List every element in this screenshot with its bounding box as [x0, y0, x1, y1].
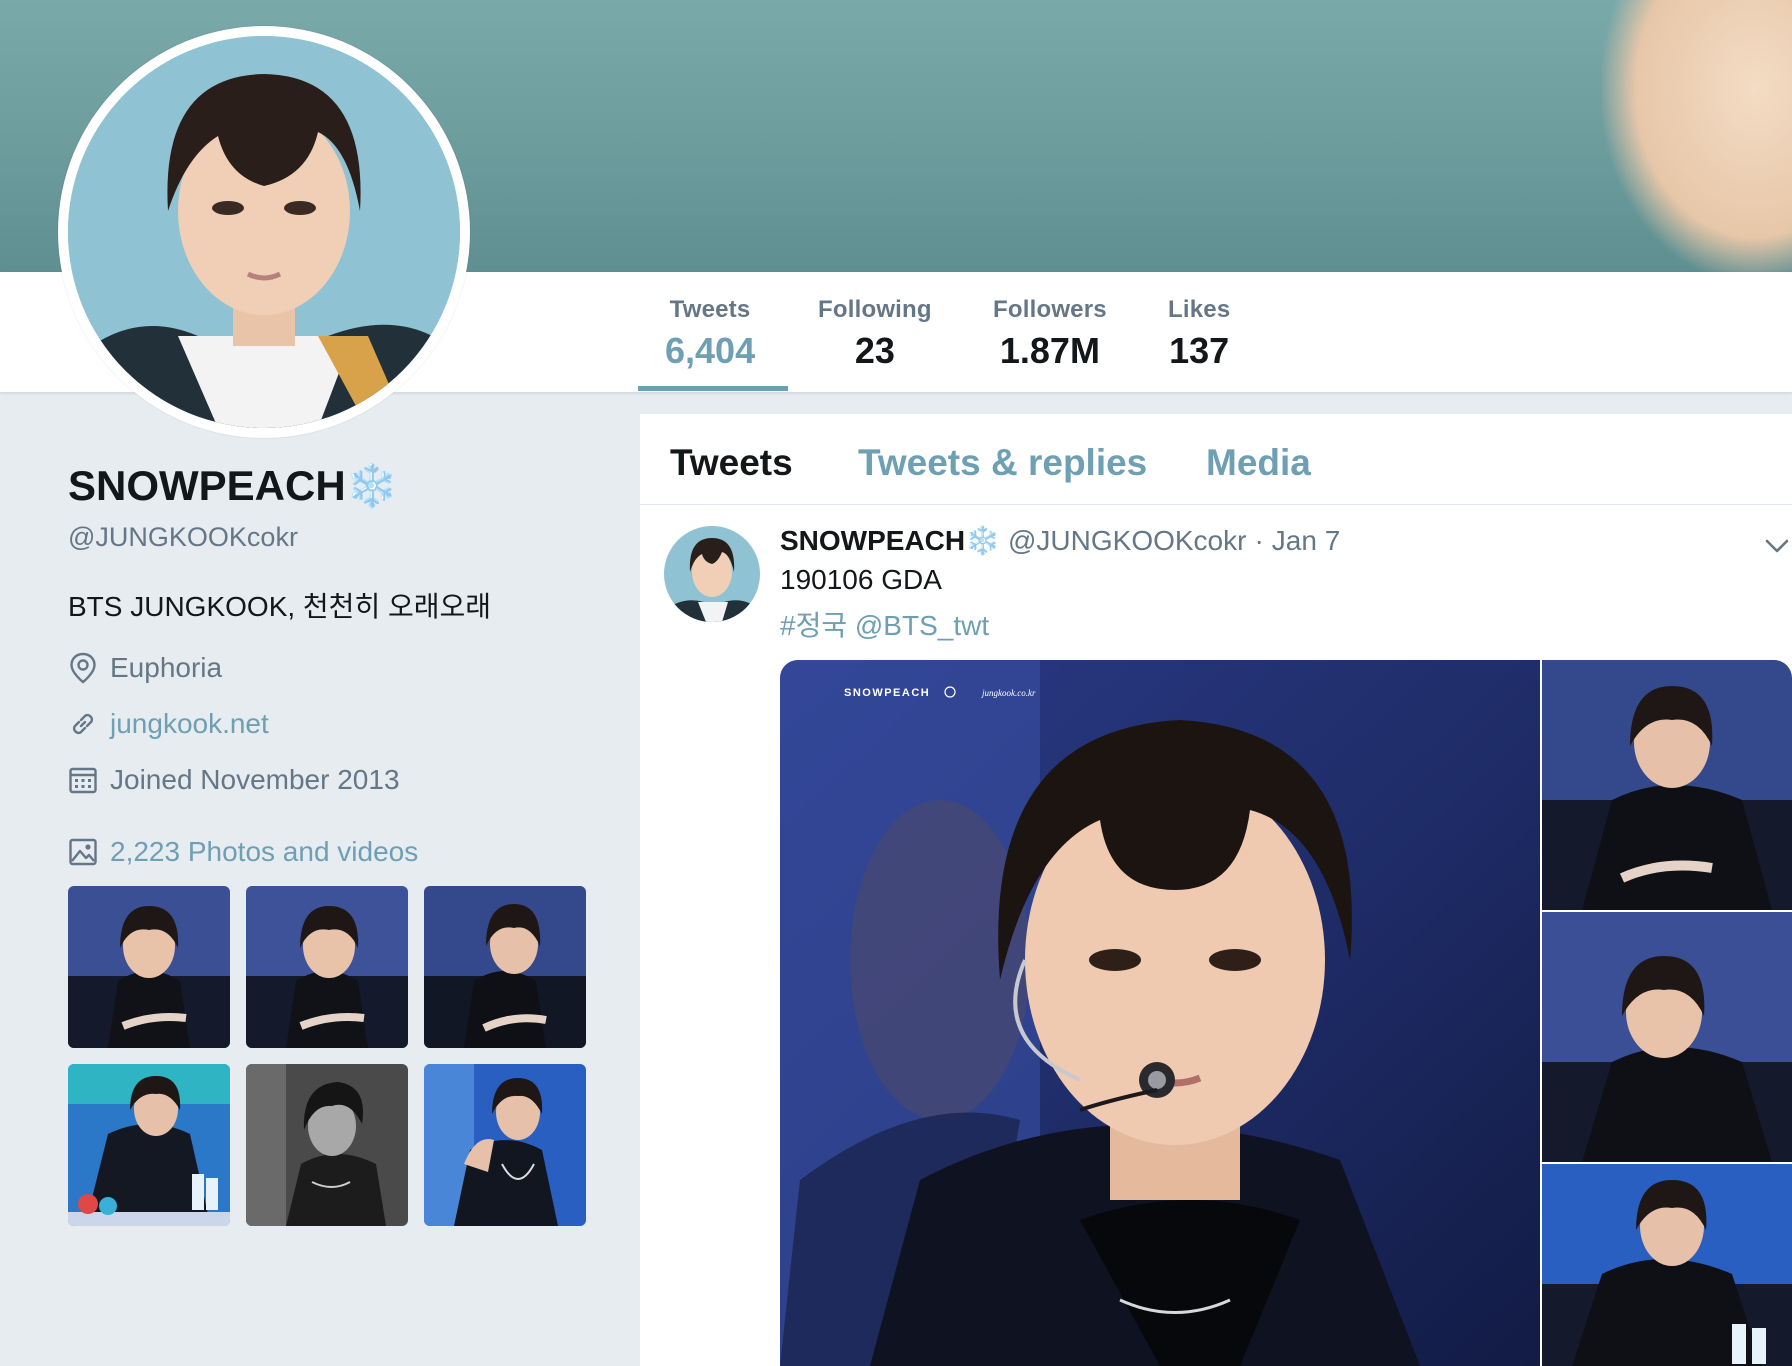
stat-likes-label: Likes [1168, 296, 1231, 323]
tweet-separator: · [1254, 524, 1264, 556]
tweet-more-menu[interactable] [1764, 536, 1790, 561]
location-pin-icon [70, 652, 96, 684]
tweet-author-name[interactable]: SNOWPEACH❄️ [780, 524, 1000, 557]
media-watermark-site: jungkook.co.kr [981, 688, 1036, 698]
stat-likes-value: 137 [1169, 330, 1230, 371]
location-text: Euphoria [110, 652, 223, 683]
photo-thumbnail[interactable] [424, 1064, 586, 1226]
tweet-mention[interactable]: @BTS_twt [855, 610, 989, 641]
banner-photo-detail [1602, 0, 1792, 272]
stat-following-value: 23 [854, 330, 895, 371]
tweet-media-thumb[interactable] [1542, 912, 1792, 1162]
chevron-down-icon [1765, 539, 1789, 553]
tweet-media-main[interactable]: SNOWPEACH jungkook.co.kr [780, 660, 1540, 1366]
image-icon [69, 838, 97, 866]
link-icon [72, 713, 94, 735]
joined-text: Joined November 2013 [110, 764, 400, 795]
tweet-author-handle[interactable]: @JUNGKOOKcokr [1008, 525, 1246, 557]
tab-media[interactable]: Media [1206, 442, 1311, 484]
photo-thumbnail[interactable] [68, 1064, 230, 1226]
stat-tweets-label: Tweets [669, 296, 751, 323]
photo-thumbnail[interactable] [246, 1064, 408, 1226]
stat-tweets[interactable]: Tweets 6,404 [665, 296, 755, 372]
stat-active-indicator [638, 386, 788, 391]
tweet-media-thumb[interactable] [1542, 1164, 1792, 1366]
photos-videos-link[interactable]: 2,223 Photos and videos [110, 836, 418, 868]
tab-tweets-and-replies[interactable]: Tweets & replies [858, 442, 1147, 484]
stat-tweets-value: 6,404 [665, 330, 756, 371]
tweet-text: 190106 GDA [780, 564, 942, 595]
stat-followers-label: Followers [993, 296, 1107, 323]
tweet-author-avatar[interactable] [664, 526, 760, 622]
profile-website[interactable]: jungkook.net [68, 704, 269, 744]
snowflake-icon: ❄️ [965, 525, 1000, 556]
tweet-media-grid: SNOWPEACH jungkook.co.kr [780, 660, 1792, 1366]
profile-avatar[interactable] [58, 26, 470, 438]
tweet-author-name-text: SNOWPEACH [780, 525, 966, 556]
stat-following-label: Following [818, 296, 932, 323]
tweet-timestamp[interactable]: Jan 7 [1272, 525, 1341, 557]
timeline-tabs: Tweets Tweets & replies Media [640, 414, 1792, 505]
profile-bio: BTS JUNGKOOK, 천천히 오래오래 [68, 591, 492, 622]
tweet-hashtag[interactable]: #정국 [780, 610, 847, 641]
stat-following[interactable]: Following 23 [818, 296, 932, 372]
stat-followers[interactable]: Followers 1.87M [993, 296, 1107, 372]
photo-thumbnail[interactable] [246, 886, 408, 1048]
tweet-links: #정국 @BTS_twt [780, 604, 989, 644]
snowflake-icon: ❄️ [345, 462, 398, 509]
profile-location: Euphoria [68, 648, 222, 688]
photo-thumbnail[interactable] [68, 886, 230, 1048]
profile-avatar-image [68, 36, 460, 428]
media-watermark-brand: SNOWPEACH [844, 687, 930, 699]
tweet-header: SNOWPEACH❄️ @JUNGKOOKcokr · Jan 7 [780, 524, 1340, 557]
stat-followers-value: 1.87M [999, 330, 1100, 371]
profile-display-name: SNOWPEACH❄️ [68, 462, 398, 511]
website-link[interactable]: jungkook.net [110, 708, 269, 740]
tweet-media-thumb[interactable] [1542, 660, 1792, 910]
profile-photos-videos[interactable]: 2,223 Photos and videos [68, 832, 418, 872]
profile-handle[interactable]: @JUNGKOOKcokr [68, 522, 298, 553]
calendar-icon [69, 767, 97, 794]
photo-thumbnail[interactable] [424, 886, 586, 1048]
tab-tweets[interactable]: Tweets [670, 442, 793, 484]
stat-likes[interactable]: Likes 137 [1168, 296, 1230, 372]
profile-joined: Joined November 2013 [68, 760, 400, 800]
profile-name-text: SNOWPEACH [68, 462, 346, 509]
timeline-column: Tweets Tweets & replies Media SNOWPEACH❄… [640, 414, 1792, 1366]
